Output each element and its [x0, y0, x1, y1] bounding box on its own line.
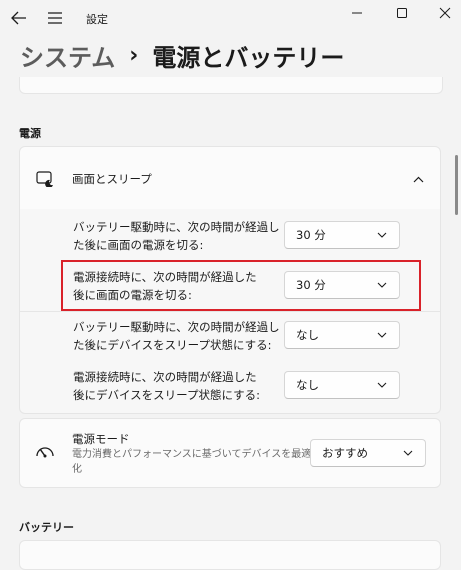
speedometer-icon — [36, 447, 54, 458]
breadcrumb: システム › 電源とバッテリー — [20, 38, 344, 73]
scrollbar-thumb[interactable] — [455, 155, 458, 215]
power-mode-title: 電源モード — [72, 432, 130, 446]
battery-card — [19, 540, 441, 570]
hamburger-menu-icon[interactable] — [46, 9, 64, 27]
row-divider — [20, 311, 440, 312]
battery-sleep-label-2: た後にデバイスをスリープ状態にする: — [73, 338, 272, 352]
dropdown-value: おすすめ — [322, 446, 368, 460]
plugged-sleep-dropdown[interactable]: なし — [284, 371, 400, 399]
screen-sleep-title: 画面とスリープ — [72, 172, 152, 186]
section-label-battery: バッテリー — [19, 521, 74, 534]
breadcrumb-parent[interactable]: システム — [20, 38, 115, 73]
chevron-down-icon — [377, 232, 387, 238]
highlight-box — [61, 260, 421, 311]
dropdown-value: なし — [296, 378, 319, 392]
battery-sleep-dropdown[interactable]: なし — [284, 321, 400, 349]
page-title: 電源とバッテリー — [152, 44, 345, 72]
previous-card-bottom — [19, 77, 443, 94]
battery-screen-off-label-2: た後に画面の電源を切る: — [73, 238, 204, 252]
breadcrumb-separator: › — [129, 43, 139, 68]
battery-screen-off-label-1: バッテリー駆動時に、次の時間が経過し — [73, 220, 280, 234]
title-bar: 設定 — [0, 0, 461, 36]
battery-sleep-label-1: バッテリー駆動時に、次の時間が経過し — [73, 320, 280, 334]
section-label-power: 電源 — [19, 127, 41, 140]
chevron-up-icon[interactable] — [413, 176, 424, 183]
chevron-down-icon — [403, 450, 413, 456]
screen-sleep-icon — [36, 171, 53, 187]
window-title: 設定 — [86, 13, 108, 26]
power-mode-desc-2: 化 — [72, 464, 82, 475]
power-mode-card: 電源モード 電力消費とパフォーマンスに基づいてデバイスを最適 化 おすすめ — [19, 418, 441, 488]
dropdown-value: なし — [296, 328, 319, 342]
plugged-sleep-label-1: 電源接続時に、次の時間が経過した — [73, 370, 257, 384]
chevron-down-icon — [377, 332, 387, 338]
plugged-sleep-label-2: 後にデバイスをスリープ状態にする: — [73, 388, 260, 402]
power-mode-dropdown[interactable]: おすすめ — [310, 439, 426, 467]
battery-screen-off-dropdown[interactable]: 30 分 — [284, 221, 400, 249]
dropdown-value: 30 分 — [296, 228, 326, 242]
power-mode-desc-1: 電力消費とパフォーマンスに基づいてデバイスを最適 — [72, 449, 312, 460]
maximize-icon[interactable] — [395, 6, 409, 20]
screen-sleep-expander[interactable]: 画面とスリープ — [19, 146, 441, 210]
close-icon[interactable] — [438, 6, 452, 20]
minimize-icon[interactable] — [350, 6, 364, 20]
chevron-down-icon — [377, 382, 387, 388]
back-arrow-icon[interactable] — [8, 8, 30, 28]
